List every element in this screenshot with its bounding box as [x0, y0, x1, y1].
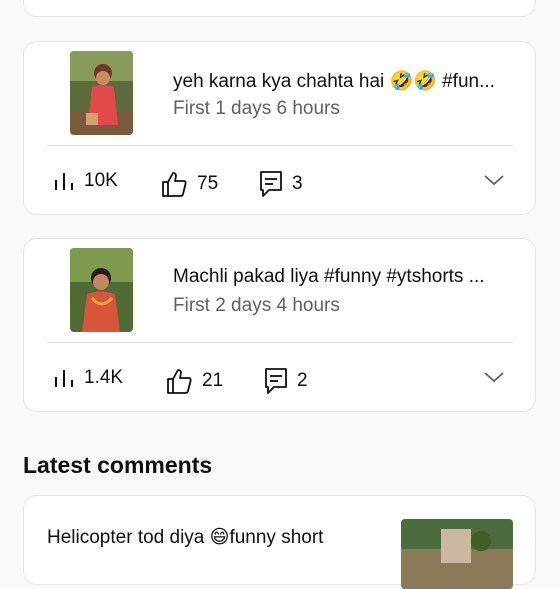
likes-count: 21: [202, 370, 224, 391]
video-thumbnail[interactable]: [70, 248, 133, 332]
thumbs-up-icon: [162, 172, 187, 197]
video-age: First 2 days 4 hours: [173, 295, 340, 316]
divider: [47, 145, 513, 146]
divider: [47, 342, 513, 343]
comment-video-title[interactable]: Helicopter tod diya 😄funny short: [47, 526, 323, 549]
comment-card[interactable]: Helicopter tod diya 😄funny short: [23, 495, 536, 589]
comment-icon: [265, 368, 287, 394]
video-thumbnail[interactable]: [70, 51, 133, 135]
section-title-latest-comments: Latest comments: [23, 452, 213, 478]
chevron-down-icon[interactable]: [483, 370, 505, 384]
comments-stat: 2: [264, 367, 308, 395]
bar-chart-icon: [55, 173, 73, 190]
video-title[interactable]: Machli pakad liya #funny #ytshorts ...: [173, 266, 518, 288]
video-card[interactable]: Machli pakad liya #funny #ytshorts ... F…: [23, 238, 536, 412]
video-card[interactable]: yeh karna kya chahta hai 🤣🤣 #fun... Firs…: [23, 41, 536, 215]
comments-count: 2: [297, 370, 308, 391]
comments-stat: 3: [259, 170, 303, 198]
comment-video-thumbnail[interactable]: [401, 519, 513, 589]
video-title[interactable]: yeh karna kya chahta hai 🤣🤣 #fun...: [173, 69, 518, 93]
video-age: First 1 days 6 hours: [173, 98, 340, 119]
views-count: 10K: [84, 170, 118, 191]
likes-stat: 21: [165, 367, 223, 395]
views-stat: 10K: [53, 170, 118, 192]
views-count: 1.4K: [84, 367, 124, 388]
views-stat: 1.4K: [53, 367, 123, 389]
bar-chart-icon: [55, 370, 73, 387]
likes-count: 75: [197, 173, 219, 194]
comment-icon: [260, 171, 282, 197]
previous-video-card: [23, 0, 536, 17]
thumbs-up-icon: [167, 369, 192, 394]
chevron-down-icon[interactable]: [483, 173, 505, 187]
likes-stat: 75: [160, 170, 218, 198]
comments-count: 3: [292, 173, 303, 194]
